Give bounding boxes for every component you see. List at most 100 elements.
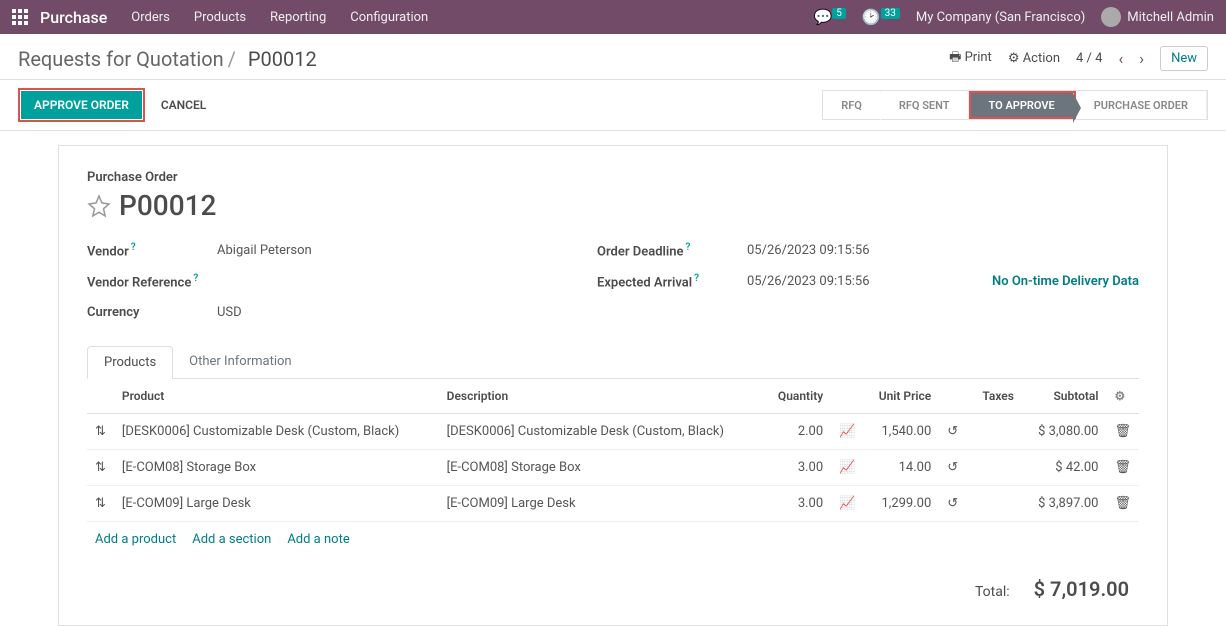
- clock-icon: 🕑: [862, 8, 881, 26]
- chat-badge: 5: [832, 8, 846, 19]
- col-subtotal: Subtotal: [1022, 379, 1107, 414]
- help-icon[interactable]: ?: [694, 273, 699, 284]
- col-quantity: Quantity: [763, 379, 831, 414]
- vendor-label: Vendor?: [87, 242, 217, 259]
- print-button[interactable]: 🖶 Print: [949, 48, 992, 70]
- tab-products[interactable]: Products: [87, 346, 173, 379]
- breadcrumb-separator: /: [228, 47, 236, 71]
- form-card: Purchase Order P00012 Vendor? Abigail Pe…: [58, 145, 1168, 626]
- line-price[interactable]: 1,540.00: [863, 413, 939, 449]
- history-icon[interactable]: ↺: [939, 485, 969, 521]
- expected-value[interactable]: 05/26/2023 09:15:56: [747, 274, 870, 289]
- vendor-value[interactable]: Abigail Peterson: [217, 243, 477, 258]
- user-menu[interactable]: Mitchell Admin: [1101, 7, 1214, 27]
- new-button[interactable]: New: [1160, 46, 1208, 71]
- col-settings[interactable]: ⚙: [1106, 379, 1139, 414]
- col-unit-price: Unit Price: [863, 379, 939, 414]
- status-to-approve[interactable]: TO APPROVE: [971, 93, 1074, 117]
- line-subtotal: $ 3,897.00: [1022, 485, 1107, 521]
- forecast-icon[interactable]: 📈: [831, 413, 863, 449]
- tab-other-info[interactable]: Other Information: [173, 346, 307, 378]
- priority-star-icon[interactable]: [87, 194, 111, 218]
- breadcrumb-row: Requests for Quotation / P00012 🖶 Print …: [0, 34, 1226, 79]
- add-section-link[interactable]: Add a section: [192, 532, 271, 547]
- add-note-link[interactable]: Add a note: [287, 532, 349, 547]
- status-steps: RFQ RFQ SENT TO APPROVE PURCHASE ORDER: [822, 90, 1208, 120]
- line-qty[interactable]: 3.00: [763, 485, 831, 521]
- add-product-link[interactable]: Add a product: [95, 532, 176, 547]
- drag-handle-icon[interactable]: ⇅: [87, 413, 114, 449]
- total-value: $ 7,019.00: [1034, 577, 1129, 601]
- action-button[interactable]: ⚙ Action: [1008, 51, 1060, 66]
- pager-next[interactable]: ›: [1139, 49, 1144, 68]
- activities-button[interactable]: 🕑33: [862, 8, 900, 26]
- user-name: Mitchell Admin: [1127, 10, 1214, 25]
- settings-icon: ⚙: [1114, 389, 1125, 403]
- nav-reporting[interactable]: Reporting: [270, 10, 326, 25]
- breadcrumb-current: P00012: [248, 47, 317, 71]
- chat-icon: 💬: [814, 8, 833, 26]
- nav-products[interactable]: Products: [194, 10, 246, 25]
- help-icon[interactable]: ?: [131, 242, 136, 253]
- nav-orders[interactable]: Orders: [131, 10, 170, 25]
- pager-text: 4 / 4: [1076, 51, 1102, 66]
- deadline-value[interactable]: 05/26/2023 09:15:56: [747, 243, 1139, 258]
- table-row[interactable]: ⇅[DESK0006] Customizable Desk (Custom, B…: [87, 413, 1139, 449]
- delete-line-icon[interactable]: 🗑: [1106, 413, 1139, 449]
- po-label: Purchase Order: [87, 170, 1139, 185]
- line-taxes[interactable]: [969, 449, 1022, 485]
- status-rfq[interactable]: RFQ: [823, 91, 881, 119]
- line-description[interactable]: [E-COM09] Large Desk: [439, 485, 764, 521]
- line-product[interactable]: [DESK0006] Customizable Desk (Custom, Bl…: [114, 413, 439, 449]
- messaging-button[interactable]: 💬5: [814, 8, 846, 26]
- line-product[interactable]: [E-COM09] Large Desk: [114, 485, 439, 521]
- action-bar: APPROVE ORDER CANCEL RFQ RFQ SENT TO APP…: [0, 79, 1226, 131]
- pager-prev[interactable]: ‹: [1118, 49, 1123, 68]
- approve-order-button[interactable]: APPROVE ORDER: [21, 91, 142, 119]
- drag-handle-icon[interactable]: ⇅: [87, 485, 114, 521]
- line-taxes[interactable]: [969, 413, 1022, 449]
- drag-handle-icon[interactable]: ⇅: [87, 449, 114, 485]
- delete-line-icon[interactable]: 🗑: [1106, 485, 1139, 521]
- breadcrumb-root[interactable]: Requests for Quotation: [18, 47, 224, 71]
- no-delivery-data-button[interactable]: No On-time Delivery Data: [992, 274, 1139, 289]
- currency-value[interactable]: USD: [217, 305, 477, 320]
- deadline-label: Order Deadline?: [597, 242, 747, 259]
- line-qty[interactable]: 2.00: [763, 413, 831, 449]
- forecast-icon[interactable]: 📈: [831, 449, 863, 485]
- line-qty[interactable]: 3.00: [763, 449, 831, 485]
- delete-line-icon[interactable]: 🗑: [1106, 449, 1139, 485]
- company-switcher[interactable]: My Company (San Francisco): [916, 10, 1085, 25]
- to-approve-highlight: TO APPROVE: [969, 91, 1076, 119]
- history-icon[interactable]: ↺: [939, 413, 969, 449]
- form-tabs: Products Other Information: [87, 346, 1139, 379]
- status-purchase-order[interactable]: PURCHASE ORDER: [1076, 91, 1207, 119]
- line-taxes[interactable]: [969, 485, 1022, 521]
- col-description: Description: [439, 379, 764, 414]
- vendor-ref-label: Vendor Reference?: [87, 273, 217, 290]
- line-description[interactable]: [E-COM08] Storage Box: [439, 449, 764, 485]
- apps-menu-icon[interactable]: [12, 9, 28, 25]
- help-icon[interactable]: ?: [686, 242, 691, 253]
- approve-highlight: APPROVE ORDER: [18, 88, 145, 122]
- line-subtotal: $ 42.00: [1022, 449, 1107, 485]
- table-row[interactable]: ⇅[E-COM08] Storage Box[E-COM08] Storage …: [87, 449, 1139, 485]
- table-row[interactable]: ⇅[E-COM09] Large Desk[E-COM09] Large Des…: [87, 485, 1139, 521]
- cancel-button[interactable]: CANCEL: [161, 98, 206, 112]
- app-brand[interactable]: Purchase: [40, 8, 107, 27]
- help-icon[interactable]: ?: [193, 273, 198, 284]
- line-subtotal: $ 3,080.00: [1022, 413, 1107, 449]
- currency-label: Currency: [87, 305, 217, 320]
- order-lines-table: Product Description Quantity Unit Price …: [87, 379, 1139, 522]
- nav-configuration[interactable]: Configuration: [350, 10, 428, 25]
- col-taxes: Taxes: [969, 379, 1022, 414]
- line-product[interactable]: [E-COM08] Storage Box: [114, 449, 439, 485]
- forecast-icon[interactable]: 📈: [831, 485, 863, 521]
- top-navbar: Purchase Orders Products Reporting Confi…: [0, 0, 1226, 34]
- po-name: P00012: [119, 189, 216, 222]
- line-price[interactable]: 14.00: [863, 449, 939, 485]
- line-description[interactable]: [DESK0006] Customizable Desk (Custom, Bl…: [439, 413, 764, 449]
- history-icon[interactable]: ↺: [939, 449, 969, 485]
- status-rfq-sent[interactable]: RFQ SENT: [881, 91, 969, 119]
- line-price[interactable]: 1,299.00: [863, 485, 939, 521]
